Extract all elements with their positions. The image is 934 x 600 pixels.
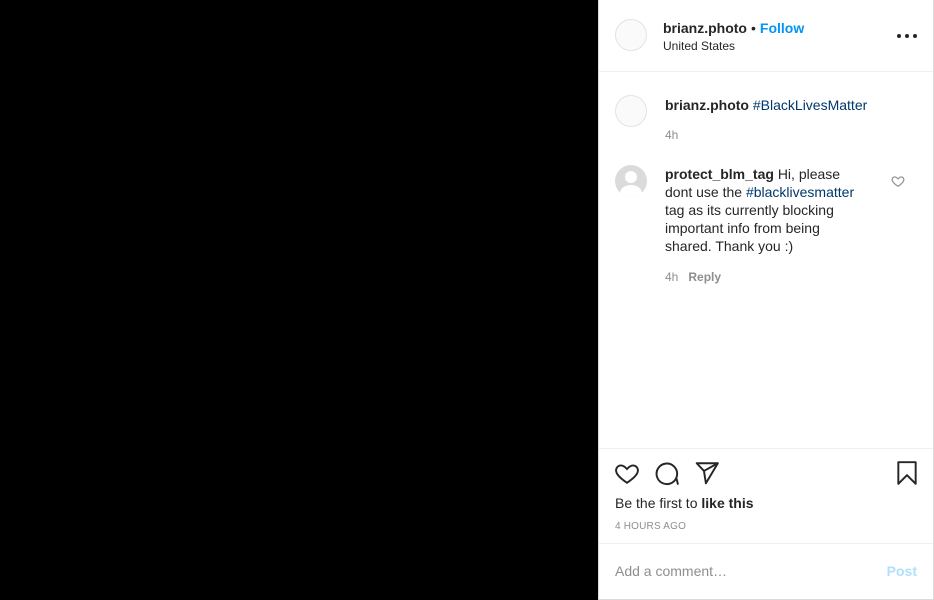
commenter-username[interactable]: protect_blm_tag [665, 166, 774, 182]
post-media[interactable] [0, 0, 598, 600]
commenter-avatar[interactable] [615, 165, 647, 197]
likes-summary: Be the first to like this [615, 495, 754, 511]
more-options-icon[interactable] [897, 26, 917, 46]
post-header: brianz.photo • Follow United States [599, 0, 933, 72]
like-heart-icon[interactable] [614, 460, 640, 486]
reply-button[interactable]: Reply [688, 270, 721, 284]
like-this-link[interactable]: like this [701, 495, 753, 511]
comments-list: brianz.photo #BlackLivesMatter 4h protec… [599, 72, 933, 448]
author-avatar[interactable] [615, 19, 647, 51]
caption-avatar[interactable] [615, 95, 647, 127]
share-paper-plane-icon[interactable] [694, 460, 720, 486]
comment-input[interactable] [615, 561, 875, 581]
post-actions: Be the first to like this 4 HOURS AGO [599, 448, 933, 543]
separator-dot: • [751, 20, 756, 36]
post-timestamp[interactable]: 4 HOURS AGO [615, 521, 686, 532]
caption-text: brianz.photo #BlackLivesMatter [665, 96, 895, 114]
comment-like-heart-icon[interactable] [891, 174, 905, 188]
save-bookmark-icon[interactable] [894, 460, 920, 486]
comment-icon[interactable] [654, 460, 680, 486]
follow-button[interactable]: Follow [760, 20, 804, 36]
comment-text-after: tag as its currently blocking important … [665, 202, 834, 254]
author-username[interactable]: brianz.photo [663, 20, 747, 36]
add-comment-bar: Post [599, 543, 933, 599]
comment-hashtag[interactable]: #blacklivesmatter [746, 184, 854, 200]
author-line: brianz.photo • Follow [663, 20, 804, 36]
post-button[interactable]: Post [887, 563, 917, 579]
caption-meta: 4h [665, 128, 678, 142]
caption-username[interactable]: brianz.photo [665, 97, 749, 113]
caption-time[interactable]: 4h [665, 128, 678, 142]
comment-meta: 4h Reply [665, 270, 721, 284]
comment-text: protect_blm_tag Hi, please dont use the … [665, 165, 860, 255]
post-location[interactable]: United States [663, 39, 735, 53]
caption-hashtag[interactable]: #BlackLivesMatter [753, 97, 867, 113]
comment-time[interactable]: 4h [665, 270, 678, 284]
post-side-panel: brianz.photo • Follow United States brianz… [598, 0, 934, 600]
likes-prefix: Be the first to [615, 495, 698, 511]
